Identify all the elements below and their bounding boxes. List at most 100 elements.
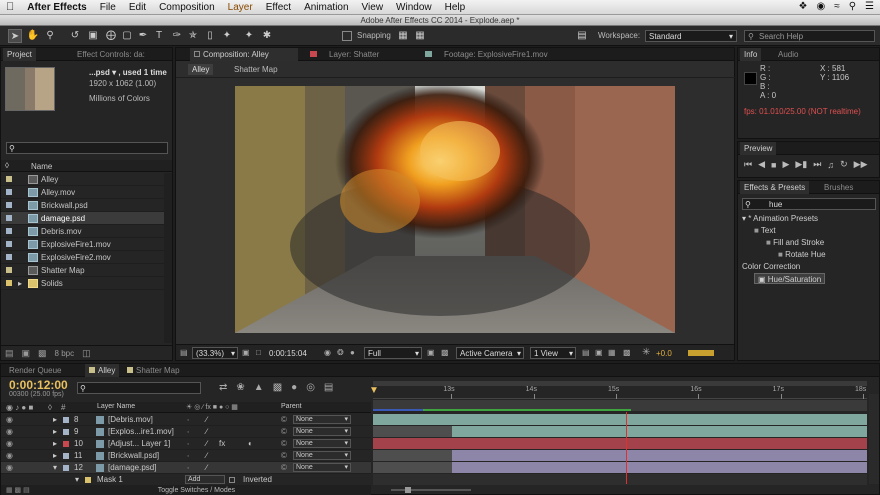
fx-switch-icon[interactable]: fx	[219, 438, 225, 450]
layer-name[interactable]: [Adjust... Layer 1]	[108, 438, 170, 450]
timeline-layer-row[interactable]: ◉ ▸ 8 [Debris.mov] ∙ ∕ © None ▾	[1, 414, 371, 426]
camera-tool-icon[interactable]: ▣	[86, 29, 100, 43]
always-preview-icon[interactable]: ▤	[180, 348, 188, 357]
label-color-swatch[interactable]	[6, 241, 12, 247]
time-ruler[interactable]: 13s 14s 15s 16s 17s 18s	[373, 386, 867, 399]
hide-shy-layers-icon[interactable]: ▲	[254, 382, 264, 393]
loop-icon[interactable]: ↻	[840, 159, 848, 170]
next-frame-icon[interactable]: ▶▮	[795, 159, 807, 170]
expand-layer-switches-icon[interactable]: ▦ ▩ ▤	[6, 486, 30, 494]
visibility-eye-icon[interactable]: ◉	[6, 450, 13, 462]
hand-tool-icon[interactable]: ✋	[26, 29, 40, 43]
shy-switch-icon[interactable]: ∙	[187, 414, 189, 426]
selection-tool-icon[interactable]: ➤	[8, 29, 22, 43]
layer-name[interactable]: [Debris.mov]	[108, 414, 153, 426]
project-list-item[interactable]: ExplosiveFire1.mov	[1, 238, 164, 251]
view-layout-dropdown[interactable]: 1 View ▾	[530, 347, 576, 359]
tab-alley-timeline[interactable]: Alley	[85, 364, 120, 377]
timeline-current-time[interactable]: 0:00:12:00	[9, 378, 68, 392]
expand-layer-icon[interactable]: ▸	[53, 438, 57, 450]
effect-tree-item-selected[interactable]: ▣ Hue/Saturation	[754, 273, 826, 284]
tab-preview[interactable]: Preview	[740, 142, 777, 155]
pick-whip-icon[interactable]: ©	[281, 450, 287, 462]
parent-dropdown[interactable]: None ▾	[293, 427, 351, 436]
bpc-label[interactable]: 8 bpc	[55, 349, 75, 358]
magnification-dropdown[interactable]: (33.3%) ▾	[192, 347, 238, 359]
parent-dropdown[interactable]: None ▾	[293, 415, 351, 424]
tab-project[interactable]: Project	[3, 48, 36, 61]
parent-dropdown[interactable]: None ▾	[293, 451, 351, 460]
eye-icon[interactable]: ◉	[816, 1, 825, 12]
rotate-tool-icon[interactable]: ↺	[68, 29, 82, 43]
resolution-dropdown[interactable]: Full ▾	[364, 347, 422, 359]
first-frame-icon[interactable]: ⏮	[744, 159, 752, 170]
tab-layer-shatter[interactable]: Layer: Shatter	[306, 48, 383, 61]
project-search-input[interactable]: ⚲	[6, 142, 168, 154]
delete-icon[interactable]: ◫	[82, 348, 91, 359]
menu-effect[interactable]: Effect	[266, 2, 291, 13]
last-frame-icon[interactable]: ⏭	[813, 159, 821, 170]
tab-effect-controls[interactable]: Effect Controls: da:	[73, 48, 149, 61]
project-list-item[interactable]: ▸ Solids	[1, 277, 164, 290]
ram-preview-icon[interactable]: ▶▶	[854, 159, 868, 170]
shy-switch-icon[interactable]: ∙	[187, 462, 189, 474]
transparency-grid-icon[interactable]: ▩	[441, 348, 449, 357]
safe-zones-icon[interactable]: ▣	[242, 348, 250, 357]
play-icon[interactable]: ▶	[782, 159, 789, 170]
previous-frame-icon[interactable]: ◀	[758, 159, 765, 170]
effects-search-input[interactable]: ⚲ hue	[742, 198, 876, 210]
menu-app-name[interactable]: After Effects	[27, 2, 86, 13]
current-time-display[interactable]: 0:00:15:04	[269, 349, 307, 358]
toggle-pixel-aspect-icon[interactable]: ▤	[582, 348, 590, 357]
wifi-icon[interactable]: ≈	[834, 1, 840, 12]
puppet-pin-tool-icon[interactable]: ✦	[242, 29, 256, 43]
frame-blending-icon[interactable]: ▩	[273, 382, 282, 393]
snap-edges-icon[interactable]: ▦	[396, 29, 410, 43]
label-color-swatch[interactable]	[6, 228, 12, 234]
color-channels-icon[interactable]: ●	[350, 348, 355, 357]
menu-animation[interactable]: Animation	[304, 2, 348, 13]
show-snapshot-icon[interactable]: ❂	[337, 348, 344, 357]
timeline-scrollbar[interactable]	[869, 394, 879, 484]
menu-help[interactable]: Help	[445, 2, 466, 13]
expand-layer-icon[interactable]: ▸	[53, 426, 57, 438]
shy-switch-icon[interactable]: ∙	[187, 438, 189, 450]
project-list-item[interactable]: Alley	[1, 173, 164, 186]
current-time-indicator-head[interactable]: ▼	[369, 386, 379, 396]
project-list-item[interactable]: Alley.mov	[1, 186, 164, 199]
label-color-swatch[interactable]	[6, 254, 12, 260]
zoom-slider[interactable]	[381, 486, 481, 494]
flowchart-icon[interactable]: ▩	[623, 348, 631, 357]
spotlight-search-icon[interactable]: ⚲	[849, 1, 856, 12]
layer-duration-bar[interactable]	[452, 462, 867, 473]
interpret-footage-icon[interactable]: ▤	[5, 348, 14, 359]
mask-visibility-icon[interactable]: □	[256, 348, 261, 357]
snapshot-icon[interactable]: ◉	[324, 348, 331, 357]
effect-tree-item[interactable]: ▾ * Animation Presets	[742, 213, 818, 224]
exposure-slider[interactable]	[688, 350, 714, 356]
layer-label-swatch[interactable]	[63, 441, 69, 447]
menu-view[interactable]: View	[362, 2, 384, 13]
project-scrollbar[interactable]	[164, 173, 172, 343]
label-color-swatch[interactable]	[6, 267, 12, 273]
project-list-item[interactable]: Debris.mov	[1, 225, 164, 238]
visibility-eye-icon[interactable]: ◉	[6, 438, 13, 450]
composition-frame[interactable]	[235, 86, 675, 333]
toggle-switches-modes[interactable]: Toggle Switches / Modes	[158, 487, 235, 494]
lock-icon[interactable]	[194, 51, 200, 57]
dropbox-icon[interactable]: ❖	[799, 1, 808, 12]
parent-header[interactable]: Parent	[281, 403, 302, 410]
zoom-tool-icon[interactable]: ⚲	[43, 29, 57, 43]
search-help-input[interactable]: ⚲ Search Help	[744, 30, 875, 42]
mask-rectangle-tool-icon[interactable]: ▢	[120, 29, 134, 43]
expand-layer-icon[interactable]: ▸	[53, 414, 57, 426]
pick-whip-icon[interactable]: ©	[281, 462, 287, 474]
project-item-name[interactable]: ...psd ▾ , used 1 time	[89, 68, 167, 77]
tab-audio[interactable]: Audio	[774, 48, 802, 61]
visibility-eye-icon[interactable]: ◉	[6, 414, 13, 426]
menu-edit[interactable]: Edit	[129, 2, 146, 13]
adjustment-layer-icon[interactable]: ◐	[248, 438, 253, 450]
visibility-eye-icon[interactable]: ◉	[6, 426, 13, 438]
tab-info[interactable]: Info	[740, 48, 762, 61]
tab-effects-presets[interactable]: Effects & Presets	[740, 181, 810, 194]
